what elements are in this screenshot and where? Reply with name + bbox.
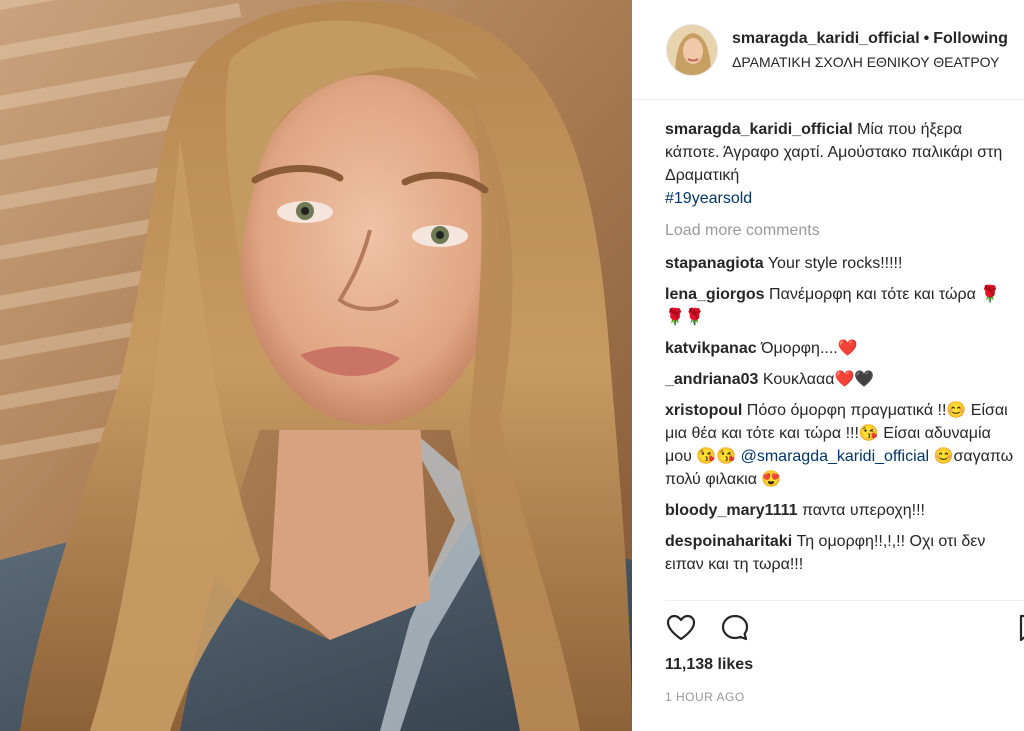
following-button[interactable]: Following <box>933 30 1008 47</box>
header-username[interactable]: smaragda_karidi_official <box>732 30 920 47</box>
post-caption: smaragda_karidi_official Μία που ήξερα κ… <box>665 118 1020 210</box>
header-user-line: smaragda_karidi_official • Following <box>732 30 1008 48</box>
comment-username[interactable]: despoinaharitaki <box>665 533 792 550</box>
load-more-comments-button[interactable]: Load more comments <box>665 222 1020 240</box>
comment-item: xristopoul Πόσο όμορφη πραγματικά !!😊 Εί… <box>665 399 1020 491</box>
comment-item: stapanagiota Your style rocks!!!!! <box>665 252 1020 275</box>
comment-item: bloody_mary1111 παντα υπεροχη!!! <box>665 499 1020 522</box>
comment-username[interactable]: _andriana03 <box>665 371 758 388</box>
comment-text: Your style rocks!!!!! <box>767 255 903 272</box>
comment-username[interactable]: katvikpanac <box>665 340 757 357</box>
separator-dot: • <box>923 30 930 47</box>
comments-list[interactable]: smaragda_karidi_official Μία που ήξερα κ… <box>665 118 1020 598</box>
post-photo[interactable] <box>0 0 632 731</box>
likes-count[interactable]: 11,138 likes <box>665 656 753 674</box>
post-actions <box>665 612 1024 644</box>
comment-text: παντα υπεροχη!!! <box>801 502 925 519</box>
comment-username[interactable]: xristopoul <box>665 402 742 419</box>
post-sidebar: smaragda_karidi_official • Following ΔΡΑΜΑ… <box>632 0 1024 731</box>
comment-item: _andriana03 Κουκλααα❤️🖤 <box>665 368 1020 391</box>
actions-divider <box>665 600 1024 601</box>
hashtag-link[interactable]: #19yearsold <box>665 187 1020 210</box>
comment-text: Όμορφη....❤️ <box>761 340 858 357</box>
comment-item: lena_giorgos Πανέμορφη και τότε και τώρα… <box>665 283 1020 329</box>
post-timestamp: 1 HOUR AGO <box>665 690 745 704</box>
comment-username[interactable]: bloody_mary1111 <box>665 502 798 519</box>
avatar[interactable] <box>666 24 718 76</box>
avatar-image <box>667 25 717 75</box>
caption-username[interactable]: smaragda_karidi_official <box>665 121 853 138</box>
comment-item: despoinaharitaki Τη ομορφη!!,!,!! Οχι οτ… <box>665 530 1020 576</box>
comment-username[interactable]: stapanagiota <box>665 255 764 272</box>
post-header: smaragda_karidi_official • Following ΔΡΑΜΑ… <box>632 0 1024 100</box>
comment-item: katvikpanac Όμορφη....❤️ <box>665 337 1020 360</box>
heart-icon[interactable] <box>665 612 697 644</box>
location-link[interactable]: ΔΡΑΜΑΤΙΚΗ ΣΧΟΛΗ ΕΘΝΙΚΟΥ ΘΕΑΤΡΟΥ <box>732 54 999 70</box>
comment-text: Κουκλααα❤️🖤 <box>762 371 875 388</box>
portrait-image <box>0 0 632 731</box>
bookmark-icon[interactable] <box>1015 612 1024 644</box>
comment-icon[interactable] <box>719 612 751 644</box>
comment-username[interactable]: lena_giorgos <box>665 286 765 303</box>
mention-link[interactable]: @smaragda_karidi_official <box>741 448 929 465</box>
